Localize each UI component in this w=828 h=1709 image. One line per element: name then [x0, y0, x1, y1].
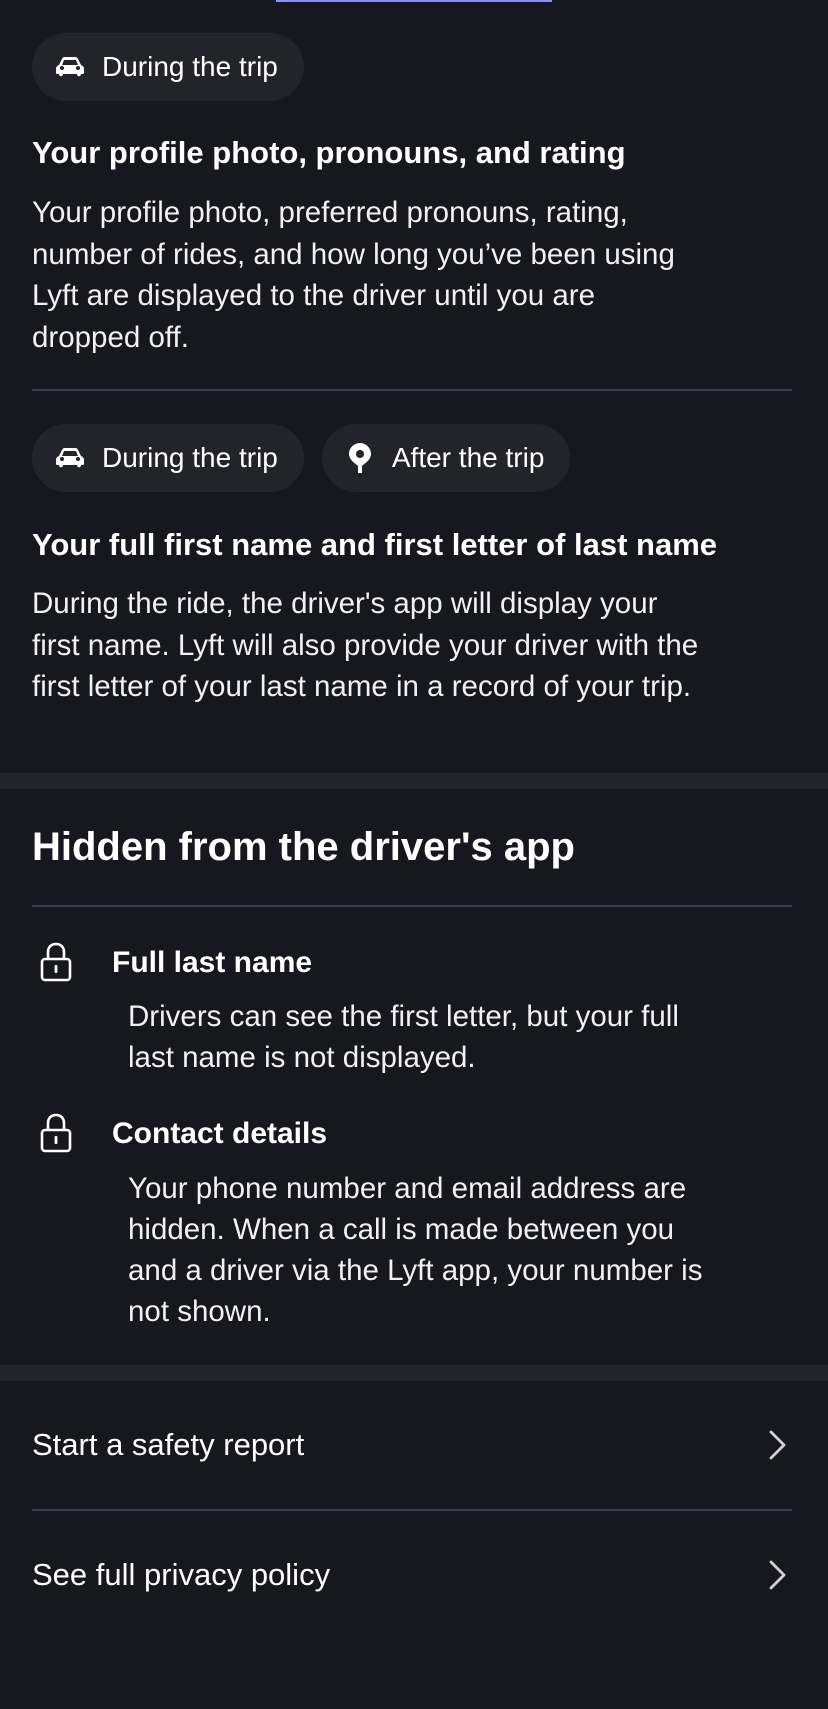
card-2-body: During the ride, the driver's app will d… [32, 583, 802, 708]
car-icon [56, 53, 84, 81]
card-2-title: Your full first name and first letter of… [32, 527, 717, 562]
car-icon [56, 444, 84, 472]
hidden-item-body-line: last name is not displayed. [128, 1041, 476, 1074]
card-2-body-line: first name. Lyft will also provide your … [32, 628, 699, 662]
location-pin-icon [346, 443, 374, 473]
lock-icon [40, 1113, 72, 1153]
card-1-title: Your profile photo, pronouns, and rating [32, 135, 626, 170]
card-2-body-line: During the ride, the driver's app will d… [32, 587, 658, 620]
card-2-chips: During the trip After the trip [32, 424, 571, 492]
section-separator [0, 1365, 828, 1381]
card-1-body-line: dropped off. [32, 320, 189, 354]
row-label: Start a safety report [32, 1427, 305, 1462]
card-2-body-line: first letter of your last name in a reco… [32, 670, 692, 703]
card-1-chips: During the trip [32, 33, 304, 101]
see-privacy-policy-row[interactable]: See full privacy policy [0, 1511, 828, 1639]
chip-label: During the trip [102, 442, 278, 473]
chip-after-the-trip[interactable]: After the trip [321, 424, 571, 492]
hidden-item-body-line: Your phone number and email address are [128, 1172, 687, 1205]
hidden-item-title: Full last name [112, 946, 313, 979]
hidden-section-heading: Hidden from the driver's app [32, 825, 575, 869]
chip-during-the-trip[interactable]: During the trip [32, 424, 304, 492]
start-safety-report-row[interactable]: Start a safety report [0, 1381, 828, 1509]
card-1-body: Your profile photo, preferred pronouns, … [32, 192, 802, 358]
card-1-body-line: Your profile photo, preferred pronouns, … [32, 196, 628, 229]
card-divider [32, 389, 792, 391]
hidden-item-body-line: and a driver via the Lyft app, your numb… [128, 1254, 703, 1287]
row-label: See full privacy policy [32, 1557, 331, 1592]
chevron-right-icon [766, 1559, 790, 1591]
chip-label: After the trip [391, 442, 545, 473]
hidden-item-body: Your phone number and email address are … [128, 1168, 798, 1332]
hidden-item-body-line: Drivers can see the first letter, but yo… [128, 1000, 679, 1033]
hidden-item-body: Drivers can see the first letter, but yo… [128, 996, 798, 1078]
hidden-item-title: Contact details [112, 1117, 328, 1150]
lock-icon [40, 942, 72, 982]
card-1-body-line: Lyft are displayed to the driver until y… [32, 279, 595, 312]
chip-during-the-trip[interactable]: During the trip [32, 33, 304, 101]
card-1-body-line: number of rides, and how long you’ve bee… [32, 237, 675, 271]
chevron-right-icon [766, 1429, 790, 1461]
chip-label: During the trip [102, 51, 278, 82]
hidden-heading-divider [32, 905, 792, 907]
section-separator [0, 773, 828, 789]
active-tab-indicator [276, 0, 552, 2]
hidden-item-body-line: not shown. [128, 1295, 271, 1328]
hidden-item-body-line: hidden. When a call is made between you [128, 1213, 675, 1246]
